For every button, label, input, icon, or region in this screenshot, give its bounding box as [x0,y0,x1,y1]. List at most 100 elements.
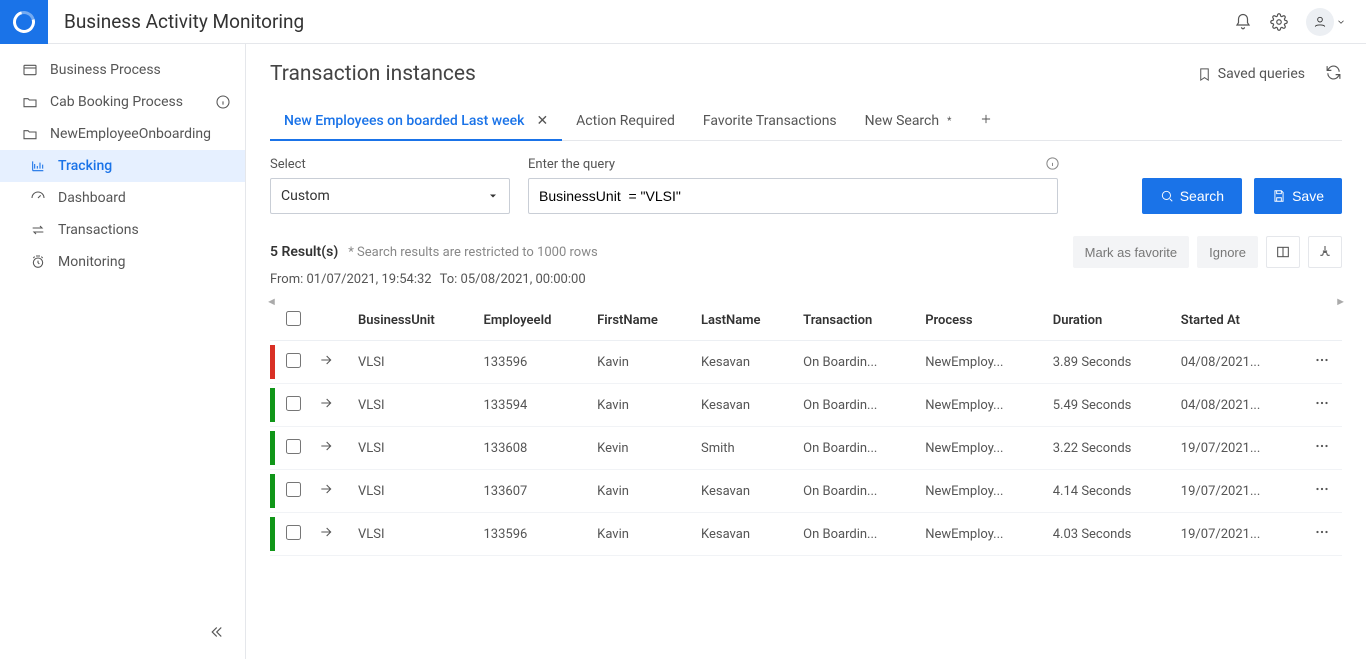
arrow-right-icon[interactable] [318,524,334,540]
sidebar-item-label: Transactions [58,222,139,238]
sidebar-item-label: Tracking [58,158,112,174]
cell-employeeid: 133596 [476,513,590,556]
bell-icon[interactable] [1234,13,1252,31]
cell-businessunit: VLSI [350,513,476,556]
arrow-right-icon[interactable] [318,481,334,497]
info-icon[interactable] [215,94,231,110]
row-more-button[interactable] [1302,470,1342,513]
sidebar-item-tracking[interactable]: Tracking [0,150,245,182]
cell-process: NewEmploy... [917,427,1045,470]
table-row[interactable]: VLSI 133596 Kavin Kesavan On Boardin... … [270,513,1342,556]
sidebar-item-new-employee[interactable]: NewEmployeeOnboarding [0,118,245,150]
cell-process: NewEmploy... [917,513,1045,556]
th-transaction[interactable]: Transaction [795,301,917,341]
save-button[interactable]: Save [1254,178,1342,214]
cell-transaction: On Boardin... [795,513,917,556]
more-icon [1313,523,1331,541]
cell-businessunit: VLSI [350,384,476,427]
row-checkbox[interactable] [286,482,301,497]
table-row[interactable]: VLSI 133596 Kavin Kesavan On Boardin... … [270,341,1342,384]
sidebar-item-transactions[interactable]: Transactions [0,214,245,246]
cell-duration: 5.49 Seconds [1045,384,1173,427]
chart-icon [30,158,46,174]
saved-queries-button[interactable]: Saved queries [1197,66,1305,82]
cell-duration: 4.14 Seconds [1045,470,1173,513]
tab-favorite-transactions[interactable]: Favorite Transactions [689,103,851,139]
cell-transaction: On Boardin... [795,427,917,470]
scroll-right-icon[interactable]: ► [1335,295,1346,308]
close-tab-icon[interactable]: ✕ [536,113,548,129]
row-checkbox[interactable] [286,439,301,454]
search-button[interactable]: Search [1142,178,1242,214]
cell-businessunit: VLSI [350,341,476,384]
table-row[interactable]: VLSI 133608 Kevin Smith On Boardin... Ne… [270,427,1342,470]
sidebar-item-monitoring[interactable]: Monitoring [0,246,245,278]
sidebar-item-business-process[interactable]: Business Process [0,54,245,86]
table-row[interactable]: VLSI 133594 Kavin Kesavan On Boardin... … [270,384,1342,427]
topbar: Business Activity Monitoring [0,0,1366,44]
row-more-button[interactable] [1302,384,1342,427]
th-lastname[interactable]: LastName [693,301,795,341]
saved-queries-label: Saved queries [1218,66,1305,82]
row-checkbox[interactable] [286,525,301,540]
select-dropdown[interactable]: Custom [270,178,510,214]
cell-transaction: On Boardin... [795,341,917,384]
collapse-sidebar-icon[interactable] [207,623,225,645]
tab-label: Action Required [576,113,675,129]
results-table: BusinessUnit EmployeeId FirstName LastNa… [270,301,1342,556]
gear-icon[interactable] [1270,13,1288,31]
main-content: Transaction instances Saved queries New … [246,44,1366,659]
select-all-checkbox[interactable] [286,311,301,326]
download-button[interactable] [1308,236,1342,268]
folder-icon [22,126,38,142]
results-count: 5 Result(s) [270,244,338,260]
cell-transaction: On Boardin... [795,470,917,513]
tab-label: Favorite Transactions [703,113,837,129]
sidebar-item-label: NewEmployeeOnboarding [50,126,211,142]
arrow-right-icon[interactable] [318,352,334,368]
user-menu[interactable] [1306,8,1346,36]
results-daterange: From: 01/07/2021, 19:54:32 To: 05/08/202… [270,272,1342,287]
row-more-button[interactable] [1302,427,1342,470]
arrow-right-icon[interactable] [318,395,334,411]
sidebar-item-dashboard[interactable]: Dashboard [0,182,245,214]
query-input[interactable] [528,178,1058,214]
th-duration[interactable]: Duration [1045,301,1173,341]
refresh-icon[interactable] [1325,64,1342,85]
mark-favorite-button[interactable]: Mark as favorite [1073,236,1189,268]
th-started[interactable]: Started At [1173,301,1302,341]
tab-action-required[interactable]: Action Required [562,103,689,139]
ignore-button[interactable]: Ignore [1197,236,1258,268]
to-label: To: [440,272,458,287]
cell-started: 19/07/2021... [1173,470,1302,513]
row-more-button[interactable] [1302,513,1342,556]
tab-new-search[interactable]: New Search* [851,103,966,139]
from-label: From: [270,272,303,287]
columns-icon [1275,244,1291,260]
query-info-icon[interactable] [1045,156,1060,175]
sidebar-item-cab-booking[interactable]: Cab Booking Process [0,86,245,118]
th-businessunit[interactable]: BusinessUnit [350,301,476,341]
table-row[interactable]: VLSI 133607 Kavin Kesavan On Boardin... … [270,470,1342,513]
app-logo[interactable] [0,0,48,44]
th-employeeid[interactable]: EmployeeId [476,301,590,341]
sidebar-item-label: Business Process [50,62,161,78]
save-icon [1272,189,1286,203]
th-process[interactable]: Process [917,301,1045,341]
row-more-button[interactable] [1302,341,1342,384]
th-firstname[interactable]: FirstName [589,301,693,341]
tab-new-employees[interactable]: New Employees on boarded Last week ✕ [270,103,562,141]
columns-button[interactable] [1266,236,1300,268]
cell-process: NewEmploy... [917,341,1045,384]
scroll-left-icon[interactable]: ◄ [266,295,277,308]
row-checkbox[interactable] [286,353,301,368]
add-tab-button[interactable] [965,102,1007,140]
arrow-right-icon[interactable] [318,438,334,454]
tab-label: New Search [865,113,939,129]
cell-duration: 3.89 Seconds [1045,341,1173,384]
chevron-down-icon [487,190,499,202]
download-icon [1317,244,1333,260]
cell-transaction: On Boardin... [795,384,917,427]
cell-duration: 4.03 Seconds [1045,513,1173,556]
row-checkbox[interactable] [286,396,301,411]
